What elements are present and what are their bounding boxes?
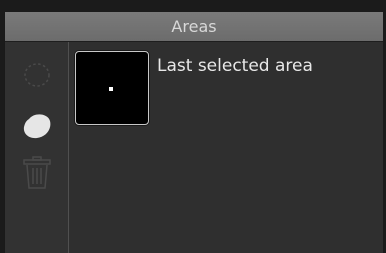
area-thumbnail[interactable]: [75, 51, 149, 125]
areas-toolbar: [5, 42, 69, 253]
area-shape-button[interactable]: [19, 107, 55, 143]
area-item-label[interactable]: Last selected area: [157, 56, 313, 76]
delete-area-button[interactable]: [19, 155, 55, 191]
area-blob-icon: [23, 114, 51, 139]
areas-list: Last selected area: [69, 42, 383, 253]
areas-panel: Areas Last selected area: [4, 12, 384, 253]
lasso-select-icon: [24, 63, 50, 87]
panel-title: Areas: [171, 17, 217, 36]
area-mask-dot: [109, 87, 113, 91]
panel-title-bar[interactable]: Areas: [5, 12, 383, 42]
lasso-select-button[interactable]: [19, 58, 55, 94]
trash-icon: [23, 156, 51, 189]
